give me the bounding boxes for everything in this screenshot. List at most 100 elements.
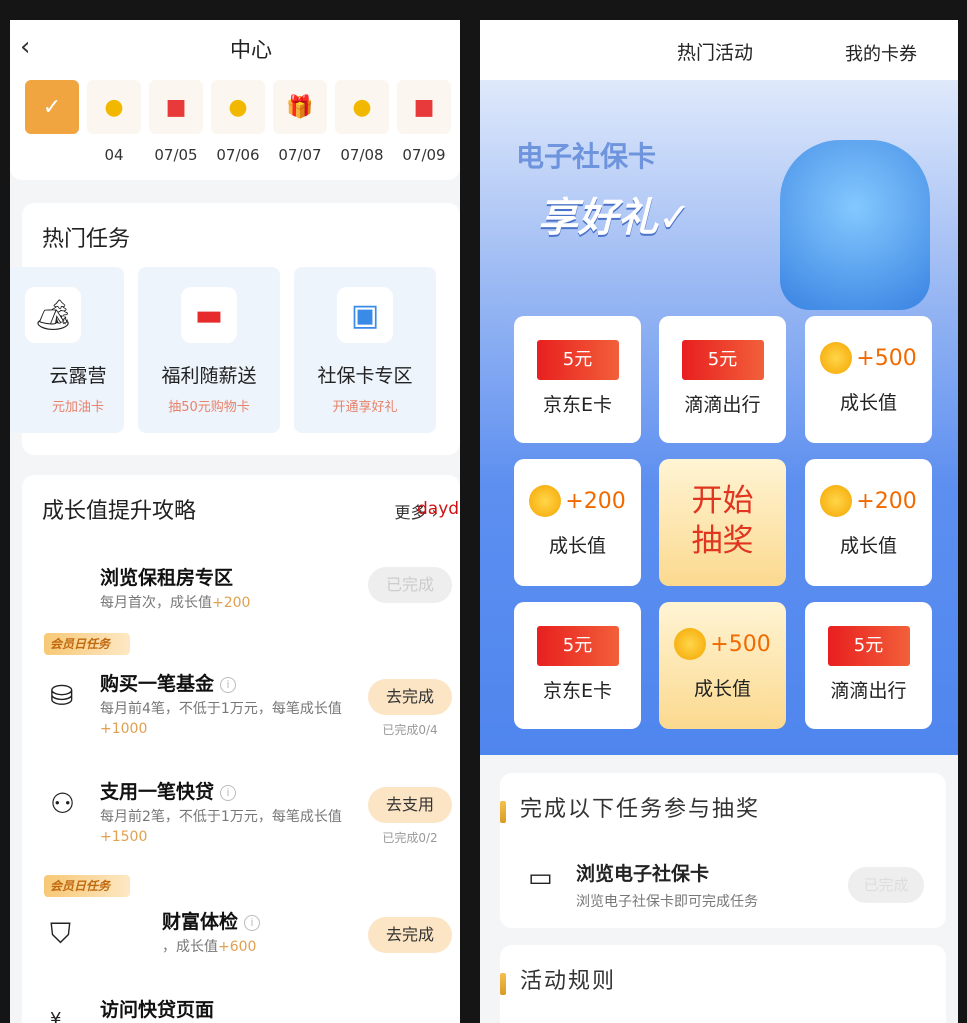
- prize-name: 成长值: [839, 535, 897, 557]
- prize-name: 成长值: [839, 392, 897, 414]
- task-row: ⛉ 财富体检 i ，成长值+600 去完成: [42, 907, 452, 967]
- check-icon: ✓: [25, 80, 79, 134]
- banner-title: 电子社保卡: [516, 140, 657, 173]
- prize-value: +500: [674, 628, 771, 660]
- task-title: 浏览电子社保卡: [576, 863, 710, 885]
- task-title: 访问快贷页面: [100, 999, 215, 1021]
- panel-title: 完成以下任务参与抽奖: [520, 797, 761, 822]
- prize-cell: 5元京东E卡: [514, 316, 641, 443]
- coin-icon: ●: [211, 80, 265, 134]
- right-screen: 热门活动 我的卡券 电子社保卡 享好礼✓ 5元 京东E卡 5元 滴滴出行 +500 成长值…: [480, 20, 958, 1023]
- banner-subtitle: 享好礼✓: [538, 195, 692, 241]
- rules-panel: 活动规则: [500, 945, 946, 1023]
- wallet-icon: ▬: [181, 287, 237, 343]
- task-desc: 每月前4笔，不低于1万元，每笔成长值+1000: [100, 701, 342, 737]
- coin-icon: ●: [335, 80, 389, 134]
- hot-tasks-card: 热门任务 🏕 云露营 元加油卡 ▬ 福利随薪送 抽50元购物卡 ▣ 社保卡专区 开通享好礼: [10, 203, 460, 455]
- camp-icon: 🏕: [25, 287, 81, 343]
- header: 热门活动 我的卡券: [480, 20, 958, 80]
- checkin-day[interactable]: ● 07/08: [335, 80, 389, 164]
- go-complete-button[interactable]: 去完成: [368, 679, 452, 715]
- gift-icon: 🎁: [273, 80, 327, 134]
- tab-my-coupons[interactable]: 我的卡券: [845, 40, 917, 66]
- tab-hot-activities[interactable]: 热门活动: [677, 38, 753, 65]
- panel-header: 完成以下任务参与抽奖: [500, 791, 760, 823]
- growth-card: 成长值提升攻略 更多 › daydayzhuan.com 浏览保租房专区 每月首…: [22, 475, 460, 1023]
- hot-task-tile[interactable]: 🏕 云露营 元加油卡: [10, 267, 124, 433]
- info-icon[interactable]: i: [244, 914, 261, 931]
- checkin-strip: ✓ ● 04 ■ 07/05 ● 07/06 🎁 07/07 ● 07/08 ■ 07/09: [10, 75, 460, 180]
- fund-jar-icon: ⛁: [50, 679, 74, 712]
- prize-value: +500: [820, 342, 917, 374]
- prize-cell: +200 成长值: [514, 459, 641, 586]
- coin-icon: [529, 485, 562, 517]
- watermark: daydayzhuan.com: [417, 499, 460, 519]
- task-done-button: 已完成: [848, 867, 924, 903]
- info-icon[interactable]: i: [220, 676, 237, 693]
- member-day-badge: 会员日任务: [44, 633, 130, 655]
- prize-name: 京东E卡: [542, 394, 612, 416]
- prize-cell: 5元京东E卡: [514, 602, 641, 729]
- task-progress: 已完成0/4: [382, 723, 438, 737]
- loan-hand-icon: ⚇: [50, 787, 76, 820]
- coin-icon: ●: [87, 80, 141, 134]
- task-desc: 浏览电子社保卡即可完成任务: [576, 894, 758, 910]
- hot-task-tile[interactable]: ▬ 福利随薪送 抽50元购物卡: [138, 267, 280, 433]
- draw-label: 开始 抽奖: [691, 483, 754, 559]
- coupon-ticket-icon: 5元: [536, 626, 619, 666]
- prize-cell: +500 成长值: [805, 316, 932, 443]
- task-desc: 每月首次，成长值+200: [100, 595, 251, 611]
- checkin-day[interactable]: ● 04: [87, 80, 141, 164]
- prize-cell: +200 成长值: [805, 459, 932, 586]
- task-done-button: 已完成: [368, 567, 452, 603]
- back-button[interactable]: ‹: [20, 32, 30, 62]
- prize-value: +200: [529, 485, 626, 517]
- prize-value: +200: [820, 485, 917, 517]
- task-title: 支用一笔快贷 i: [100, 777, 237, 804]
- start-draw-button[interactable]: 开始 抽奖: [659, 459, 786, 586]
- task-progress: 已完成0/2: [382, 831, 438, 845]
- coin-icon: [820, 342, 853, 374]
- prize-cell: 5元滴滴出行: [659, 316, 786, 443]
- lottery-tasks-panel: 完成以下任务参与抽奖 ▭ 浏览电子社保卡 浏览电子社保卡即可完成任务 已完成: [500, 773, 946, 928]
- left-screen: ‹ 中心 ✓ ● 04 ■ 07/05 ● 07/06 🎁 07/07 ● 07/08 ■…: [10, 20, 460, 1023]
- prize-name: 成长值: [693, 678, 751, 700]
- checkin-day[interactable]: ■ 07/05: [149, 80, 203, 164]
- page-title: 中心: [230, 38, 272, 62]
- card-icon: ▭: [528, 863, 553, 893]
- hot-task-tile[interactable]: ▣ 社保卡专区 开通享好礼: [294, 267, 436, 433]
- prize-name: 滴滴出行: [684, 394, 761, 416]
- task-row: ⛁ 购买一笔基金 i 每月前4笔，不低于1万元，每笔成长值+1000 去完成 已完…: [42, 669, 452, 759]
- go-complete-button[interactable]: 去完成: [368, 917, 452, 953]
- task-row: 浏览保租房专区 每月首次，成长值+200 已完成: [42, 563, 452, 613]
- coin-icon: [820, 485, 853, 517]
- coupon-ticket-icon: 5元: [536, 340, 619, 380]
- yen-icon: ¥: [50, 1009, 62, 1023]
- section-title: 热门任务: [42, 227, 131, 252]
- coin-icon: [674, 628, 707, 660]
- shield-chart-icon: ⛉: [50, 917, 72, 950]
- prize-name: 京东E卡: [542, 680, 612, 702]
- prize-cell: 5元 滴滴出行: [805, 602, 932, 729]
- go-use-button[interactable]: 去支用: [368, 787, 452, 823]
- coupon-ticket-icon: 5元: [681, 340, 764, 380]
- checkin-day[interactable]: 🎁 07/07: [273, 80, 327, 164]
- task-row: ⚇ 支用一笔快贷 i 每月前2笔，不低于1万元，每笔成长值+1500 去支用 已完…: [42, 777, 452, 867]
- member-day-badge: 会员日任务: [44, 875, 130, 897]
- section-title: 成长值提升攻略: [42, 499, 197, 524]
- task-title: 浏览保租房专区: [100, 567, 234, 589]
- info-icon[interactable]: i: [220, 784, 237, 801]
- mascot-image: [780, 140, 930, 310]
- panel-title: 活动规则: [520, 969, 617, 994]
- accent-bar: [500, 972, 506, 995]
- gift-icon: ■: [149, 80, 203, 134]
- prize-name: 成长值: [548, 535, 606, 557]
- panel-header: 活动规则: [500, 963, 616, 995]
- accent-bar: [500, 800, 506, 823]
- checkin-day[interactable]: ■ 07/09: [397, 80, 451, 164]
- lottery-banner: 电子社保卡 享好礼✓ 5元 京东E卡 5元 滴滴出行 +500 成长值 +200 成长值 开始抽…: [480, 80, 958, 755]
- checkin-day[interactable]: ● 07/06: [211, 80, 265, 164]
- task-title: 财富体检 i: [162, 907, 261, 934]
- task-row: ¥ 访问快贷页面: [42, 995, 452, 1023]
- checkin-day[interactable]: ✓: [25, 80, 79, 146]
